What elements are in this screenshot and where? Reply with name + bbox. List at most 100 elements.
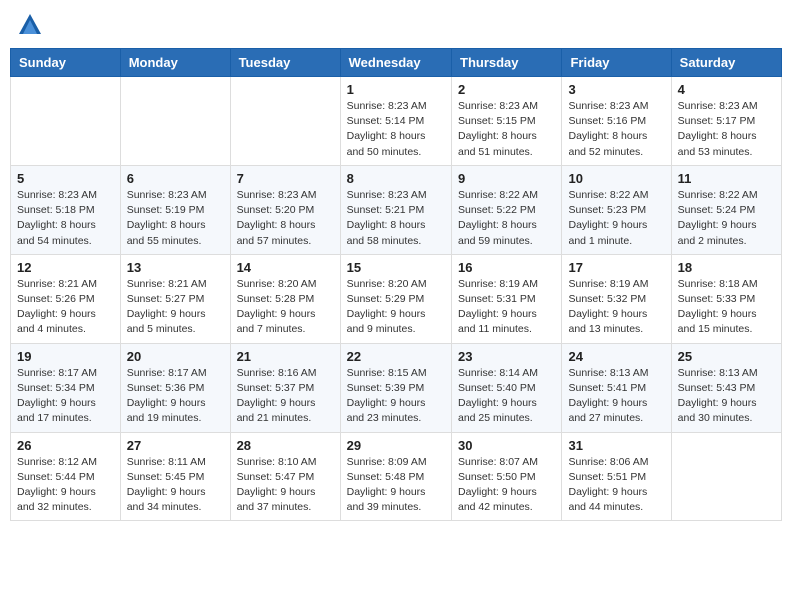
calendar-cell: 15Sunrise: 8:20 AM Sunset: 5:29 PM Dayli…: [340, 254, 451, 343]
day-number: 17: [568, 260, 664, 275]
day-info: Sunrise: 8:20 AM Sunset: 5:28 PM Dayligh…: [237, 277, 334, 338]
day-number: 25: [678, 349, 775, 364]
day-info: Sunrise: 8:18 AM Sunset: 5:33 PM Dayligh…: [678, 277, 775, 338]
calendar-cell: 28Sunrise: 8:10 AM Sunset: 5:47 PM Dayli…: [230, 432, 340, 521]
day-info: Sunrise: 8:22 AM Sunset: 5:22 PM Dayligh…: [458, 188, 555, 249]
calendar-header-thursday: Thursday: [452, 49, 562, 77]
day-number: 11: [678, 171, 775, 186]
day-info: Sunrise: 8:22 AM Sunset: 5:24 PM Dayligh…: [678, 188, 775, 249]
day-info: Sunrise: 8:21 AM Sunset: 5:26 PM Dayligh…: [17, 277, 114, 338]
calendar-cell: 27 Sunrise: 8:11 AM Sunset: 5:45 PM Dayli…: [120, 432, 230, 521]
day-info: Sunrise: 8:11 AM Sunset: 5:45 PM Dayligh…: [127, 455, 224, 516]
calendar-cell: [671, 432, 781, 521]
calendar-week-row: 5 Sunrise: 8:23 AM Sunset: 5:18 PM Daylig…: [11, 165, 782, 254]
calendar-cell: 2Sunrise: 8:23 AM Sunset: 5:15 PM Daylig…: [452, 77, 562, 166]
calendar-header-monday: Monday: [120, 49, 230, 77]
day-number: 20: [127, 349, 224, 364]
calendar-cell: 29 Sunrise: 8:09 AM Sunset: 5:48 PM Dayli…: [340, 432, 451, 521]
calendar-cell: 21 Sunrise: 8:16 AM Sunset: 5:37 PM Dayli…: [230, 343, 340, 432]
calendar-cell: [11, 77, 121, 166]
day-info: Sunrise: 8:19 AM Sunset: 5:31 PM Dayligh…: [458, 277, 555, 338]
calendar-cell: 9 Sunrise: 8:22 AM Sunset: 5:22 PM Daylig…: [452, 165, 562, 254]
day-info: Sunrise: 8:12 AM Sunset: 5:44 PM Dayligh…: [17, 455, 114, 516]
day-number: 29: [347, 438, 445, 453]
day-info: Sunrise: 8:09 AM Sunset: 5:48 PM Dayligh…: [347, 455, 445, 516]
day-info: Sunrise: 8:10 AM Sunset: 5:47 PM Dayligh…: [237, 455, 334, 516]
calendar-cell: 11 Sunrise: 8:22 AM Sunset: 5:24 PM Dayli…: [671, 165, 781, 254]
calendar-cell: 31 Sunrise: 8:06 AM Sunset: 5:51 PM Dayli…: [562, 432, 671, 521]
calendar-header-friday: Friday: [562, 49, 671, 77]
day-info: Sunrise: 8:17 AM Sunset: 5:34 PM Dayligh…: [17, 366, 114, 427]
day-number: 26: [17, 438, 114, 453]
calendar-header-sunday: Sunday: [11, 49, 121, 77]
day-info: Sunrise: 8:23 AM Sunset: 5:17 PM Dayligh…: [678, 99, 775, 160]
logo-icon: [15, 10, 45, 40]
day-info: Sunrise: 8:23 AM Sunset: 5:15 PM Dayligh…: [458, 99, 555, 160]
day-number: 15: [347, 260, 445, 275]
day-info: Sunrise: 8:06 AM Sunset: 5:51 PM Dayligh…: [568, 455, 664, 516]
calendar-cell: 18 Sunrise: 8:18 AM Sunset: 5:33 PM Dayli…: [671, 254, 781, 343]
calendar-cell: [120, 77, 230, 166]
calendar-week-row: 19 Sunrise: 8:17 AM Sunset: 5:34 PM Dayli…: [11, 343, 782, 432]
day-number: 4: [678, 82, 775, 97]
day-number: 18: [678, 260, 775, 275]
day-info: Sunrise: 8:17 AM Sunset: 5:36 PM Dayligh…: [127, 366, 224, 427]
day-info: Sunrise: 8:07 AM Sunset: 5:50 PM Dayligh…: [458, 455, 555, 516]
day-info: Sunrise: 8:22 AM Sunset: 5:23 PM Dayligh…: [568, 188, 664, 249]
day-info: Sunrise: 8:23 AM Sunset: 5:18 PM Dayligh…: [17, 188, 114, 249]
day-info: Sunrise: 8:15 AM Sunset: 5:39 PM Dayligh…: [347, 366, 445, 427]
day-number: 1: [347, 82, 445, 97]
calendar-week-row: 26 Sunrise: 8:12 AM Sunset: 5:44 PM Dayli…: [11, 432, 782, 521]
day-info: Sunrise: 8:23 AM Sunset: 5:19 PM Dayligh…: [127, 188, 224, 249]
calendar-cell: [230, 77, 340, 166]
calendar-cell: 30 Sunrise: 8:07 AM Sunset: 5:50 PM Dayli…: [452, 432, 562, 521]
calendar-cell: 5 Sunrise: 8:23 AM Sunset: 5:18 PM Daylig…: [11, 165, 121, 254]
calendar-cell: 26 Sunrise: 8:12 AM Sunset: 5:44 PM Dayli…: [11, 432, 121, 521]
day-number: 6: [127, 171, 224, 186]
day-number: 24: [568, 349, 664, 364]
calendar-cell: 24 Sunrise: 8:13 AM Sunset: 5:41 PM Dayli…: [562, 343, 671, 432]
day-info: Sunrise: 8:21 AM Sunset: 5:27 PM Dayligh…: [127, 277, 224, 338]
day-info: Sunrise: 8:19 AM Sunset: 5:32 PM Dayligh…: [568, 277, 664, 338]
day-number: 21: [237, 349, 334, 364]
calendar-cell: 22Sunrise: 8:15 AM Sunset: 5:39 PM Dayli…: [340, 343, 451, 432]
day-number: 8: [347, 171, 445, 186]
calendar-week-row: 12 Sunrise: 8:21 AM Sunset: 5:26 PM Dayli…: [11, 254, 782, 343]
day-info: Sunrise: 8:16 AM Sunset: 5:37 PM Dayligh…: [237, 366, 334, 427]
calendar-table: SundayMondayTuesdayWednesdayThursdayFrid…: [10, 48, 782, 521]
calendar-cell: 10 Sunrise: 8:22 AM Sunset: 5:23 PM Dayli…: [562, 165, 671, 254]
calendar-cell: 3Sunrise: 8:23 AM Sunset: 5:16 PM Daylig…: [562, 77, 671, 166]
day-number: 14: [237, 260, 334, 275]
calendar-cell: 1Sunrise: 8:23 AM Sunset: 5:14 PM Daylig…: [340, 77, 451, 166]
calendar-cell: 13 Sunrise: 8:21 AM Sunset: 5:27 PM Dayli…: [120, 254, 230, 343]
day-number: 7: [237, 171, 334, 186]
calendar-cell: 19 Sunrise: 8:17 AM Sunset: 5:34 PM Dayli…: [11, 343, 121, 432]
day-info: Sunrise: 8:13 AM Sunset: 5:43 PM Dayligh…: [678, 366, 775, 427]
logo: [15, 10, 49, 40]
day-number: 9: [458, 171, 555, 186]
day-number: 23: [458, 349, 555, 364]
day-number: 12: [17, 260, 114, 275]
day-info: Sunrise: 8:23 AM Sunset: 5:21 PM Dayligh…: [347, 188, 445, 249]
day-number: 13: [127, 260, 224, 275]
calendar-cell: 16 Sunrise: 8:19 AM Sunset: 5:31 PM Dayli…: [452, 254, 562, 343]
calendar-week-row: 1Sunrise: 8:23 AM Sunset: 5:14 PM Daylig…: [11, 77, 782, 166]
calendar-header-tuesday: Tuesday: [230, 49, 340, 77]
calendar-header-row: SundayMondayTuesdayWednesdayThursdayFrid…: [11, 49, 782, 77]
day-number: 5: [17, 171, 114, 186]
day-number: 31: [568, 438, 664, 453]
calendar-cell: 20 Sunrise: 8:17 AM Sunset: 5:36 PM Dayli…: [120, 343, 230, 432]
calendar-cell: 7Sunrise: 8:23 AM Sunset: 5:20 PM Daylig…: [230, 165, 340, 254]
day-number: 16: [458, 260, 555, 275]
day-number: 27: [127, 438, 224, 453]
day-number: 19: [17, 349, 114, 364]
page-header: [10, 10, 782, 40]
calendar-cell: 17 Sunrise: 8:19 AM Sunset: 5:32 PM Dayli…: [562, 254, 671, 343]
day-number: 10: [568, 171, 664, 186]
calendar-header-saturday: Saturday: [671, 49, 781, 77]
day-info: Sunrise: 8:13 AM Sunset: 5:41 PM Dayligh…: [568, 366, 664, 427]
calendar-cell: 4 Sunrise: 8:23 AM Sunset: 5:17 PM Daylig…: [671, 77, 781, 166]
day-number: 30: [458, 438, 555, 453]
calendar-cell: 25 Sunrise: 8:13 AM Sunset: 5:43 PM Dayli…: [671, 343, 781, 432]
day-number: 3: [568, 82, 664, 97]
